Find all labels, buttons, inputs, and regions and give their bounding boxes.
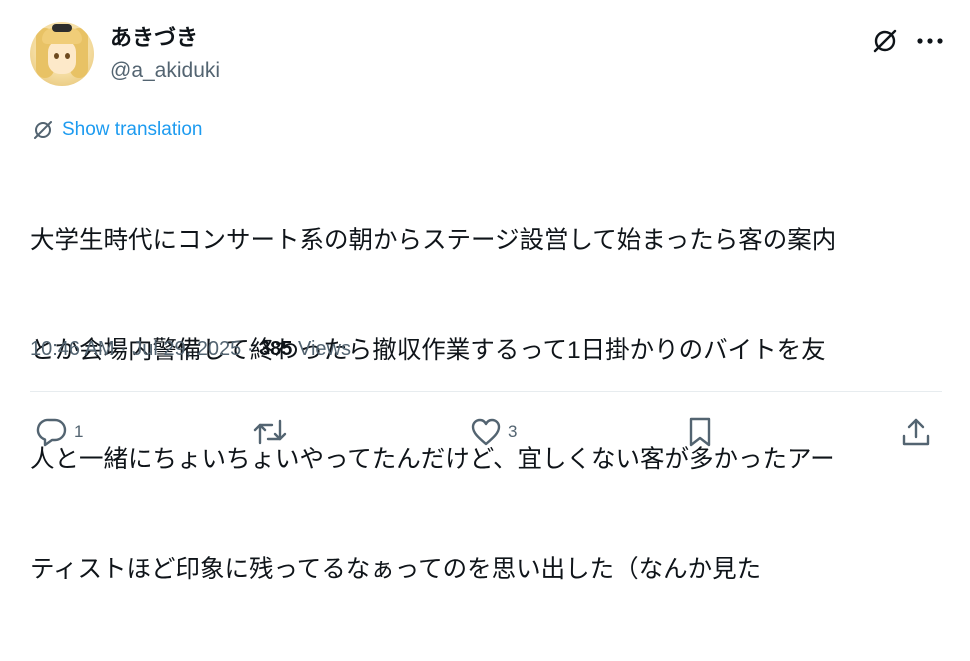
more-icon	[916, 37, 944, 45]
tweet-time[interactable]: 10:46 AM	[30, 338, 115, 360]
reply-icon	[36, 417, 68, 447]
retweet-button[interactable]	[252, 412, 294, 452]
reply-button[interactable]: 1	[36, 412, 83, 452]
share-icon	[900, 416, 932, 448]
show-translation-label: Show translation	[62, 119, 203, 140]
meta-separator: ·	[114, 338, 133, 360]
tweet-text-line: ティストほど印象に残ってるなぁってのを思い出した（なんか見た	[30, 555, 762, 583]
translate-icon	[32, 119, 54, 141]
tweet: あきづき @a_akiduki Show translation 大学生時代にコ…	[0, 0, 970, 583]
views-count: 385	[259, 338, 293, 360]
avatar[interactable]	[30, 22, 94, 86]
avatar-face	[48, 40, 76, 74]
avatar-eye-left	[54, 53, 59, 59]
show-translation-link[interactable]: Show translation	[32, 117, 202, 143]
like-count: 3	[508, 422, 518, 441]
tweet-text-line: 大学生時代にコンサート系の朝からステージ設営して始まったら客の案内	[30, 227, 837, 254]
author-handle[interactable]: @a_akiduki	[110, 58, 220, 84]
grok-button[interactable]	[868, 24, 902, 58]
reply-count: 1	[74, 422, 84, 441]
avatar-bow	[52, 24, 72, 32]
grok-icon	[871, 27, 899, 55]
heart-icon	[470, 417, 502, 447]
author-display-name[interactable]: あきづき	[110, 24, 198, 52]
views-label: Views	[292, 338, 351, 360]
more-button[interactable]	[912, 24, 948, 58]
share-button[interactable]	[900, 412, 932, 452]
tweet-meta: 10:46 AM · Jul 29, 2025 · 385 Views	[30, 334, 351, 364]
avatar-eye-right	[65, 53, 70, 59]
like-button[interactable]: 3	[470, 412, 517, 452]
divider	[30, 391, 942, 392]
tweet-date[interactable]: Jul 29, 2025	[132, 338, 241, 360]
tweet-text: 大学生時代にコンサート系の朝からステージ設営して始まったら客の案内 とか会場内警…	[30, 150, 945, 661]
bookmark-icon	[686, 416, 714, 448]
bookmark-button[interactable]	[686, 412, 714, 452]
meta-separator: ·	[241, 338, 260, 360]
retweet-icon	[252, 417, 288, 447]
